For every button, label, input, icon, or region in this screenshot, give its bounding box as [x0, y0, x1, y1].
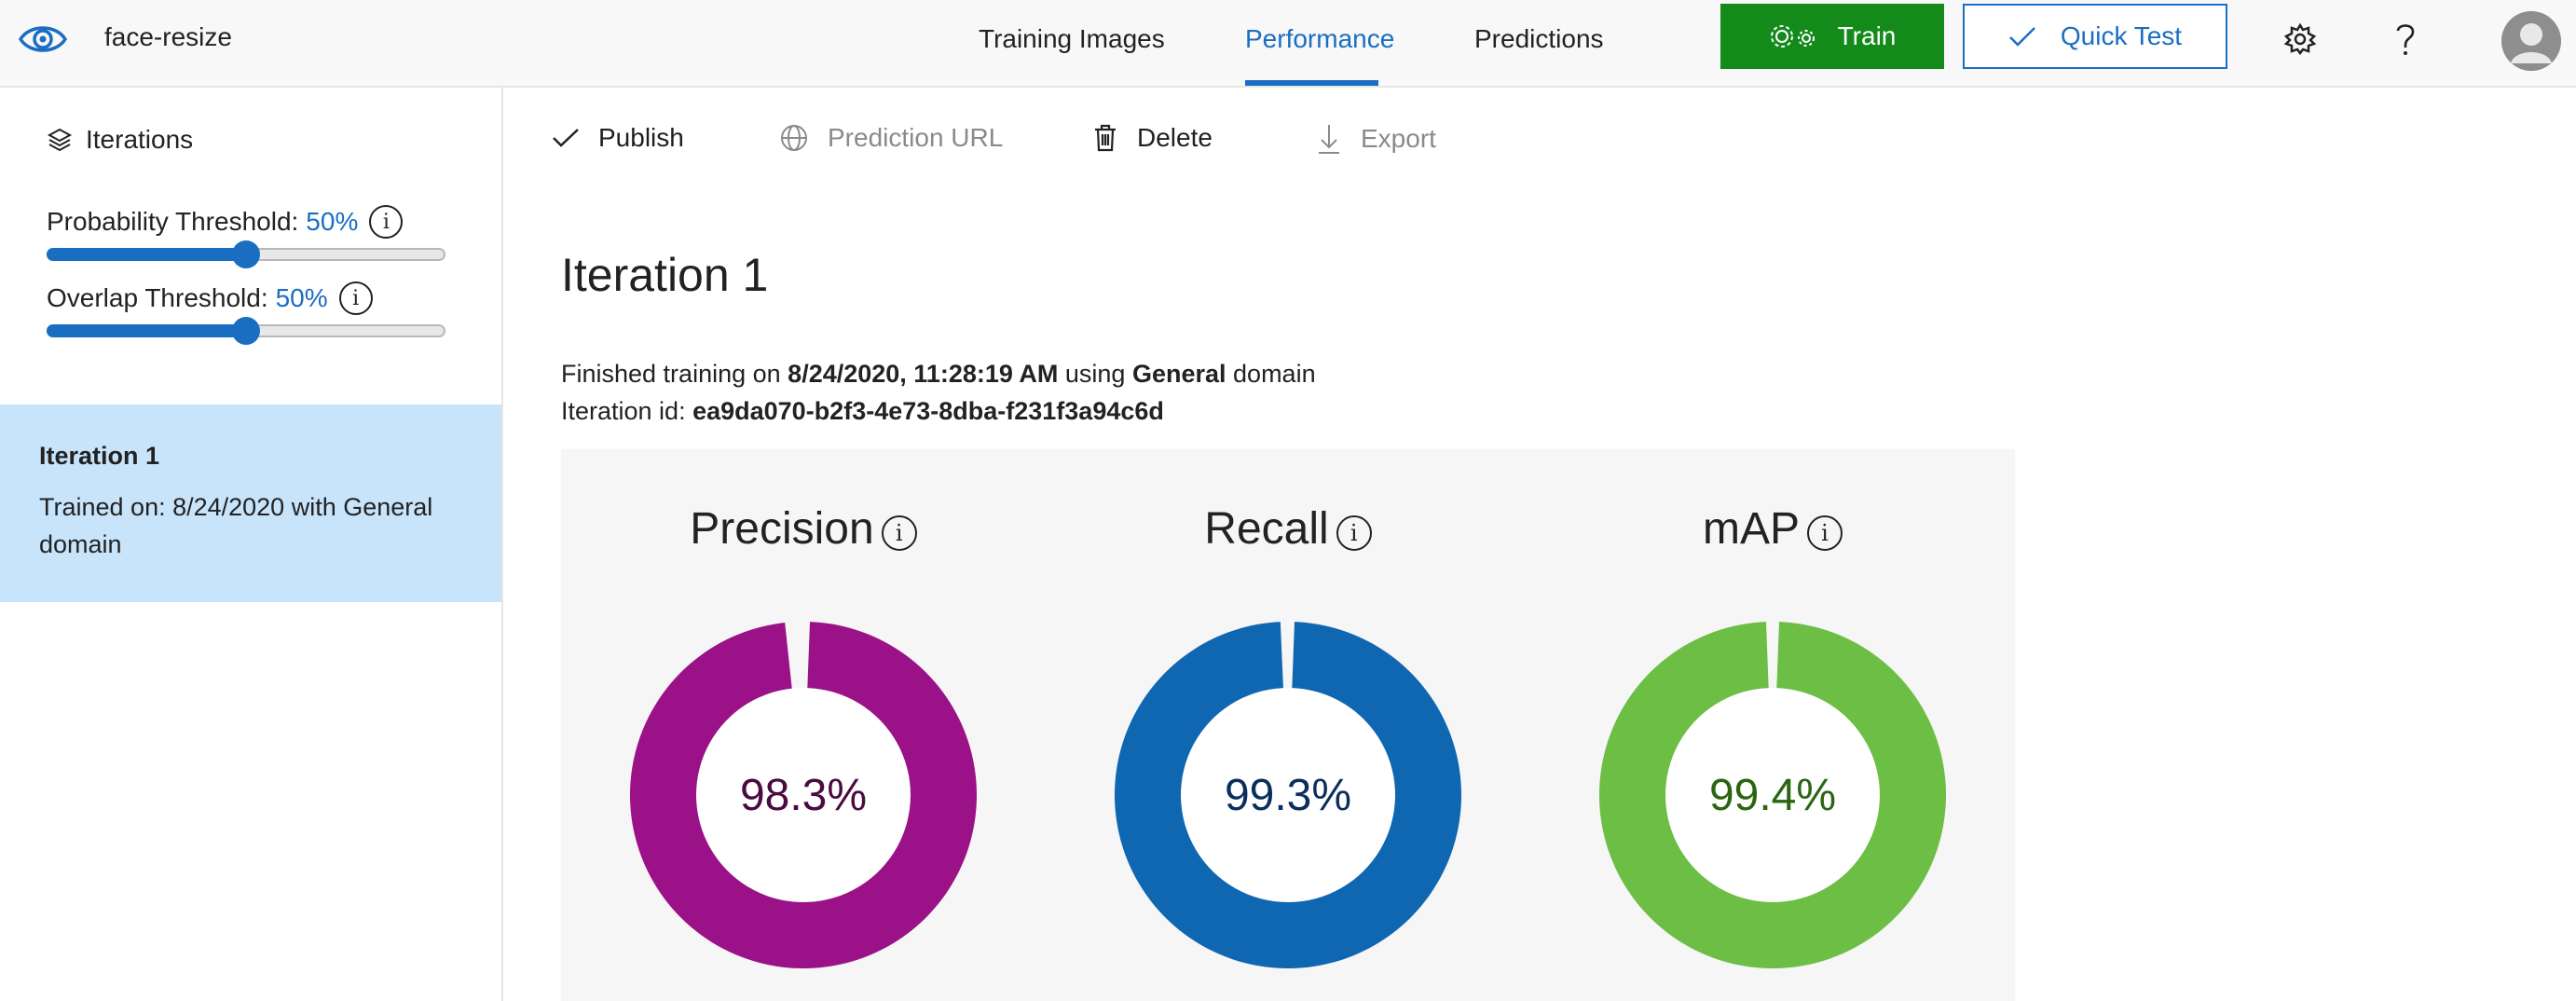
- metrics-panel: Precision i 98.3% Recall i 99.3% mAP i 9…: [561, 449, 2015, 1001]
- iteration-id-label: Iteration id:: [561, 397, 686, 425]
- finished-using: using: [1064, 360, 1126, 388]
- export-label: Export: [1361, 124, 1436, 153]
- user-avatar-icon[interactable]: [2501, 11, 2561, 71]
- active-tab-indicator: [1245, 80, 1378, 86]
- info-icon[interactable]: i: [369, 205, 404, 239]
- tab-predictions[interactable]: Predictions: [1474, 24, 1604, 54]
- quick-test-label: Quick Test: [2060, 21, 2183, 50]
- eye-logo-icon[interactable]: [17, 13, 69, 65]
- export-button[interactable]: Export: [1316, 123, 1436, 155]
- metric-value: 99.3%: [1224, 770, 1352, 820]
- info-icon[interactable]: i: [1336, 514, 1372, 551]
- overlap-threshold-value: 50%: [275, 283, 328, 312]
- metric-title: mAP i: [1530, 503, 2015, 555]
- recall-metric: Recall i 99.3%: [1046, 449, 1530, 1001]
- metric-name: Precision: [690, 504, 874, 554]
- slider-thumb[interactable]: [232, 240, 260, 268]
- check-icon: [553, 129, 579, 147]
- metric-value: 99.4%: [1708, 770, 1837, 820]
- iterations-label: Iterations: [86, 125, 194, 154]
- probability-threshold-text: Probability Threshold:: [47, 207, 299, 236]
- metric-title: Recall i: [1046, 503, 1530, 555]
- probability-threshold-label: Probability Threshold: 50% i: [47, 205, 404, 239]
- map-metric: mAP i 99.4%: [1530, 449, 2015, 1001]
- metric-name: mAP: [1702, 504, 1800, 554]
- finished-date: 8/24/2020, 11:28:19 AM: [788, 360, 1059, 388]
- iteration-item-subtitle: Trained on: 8/24/2020 with General domai…: [39, 493, 433, 558]
- train-label: Train: [1837, 21, 1897, 50]
- overlap-threshold-slider[interactable]: [47, 317, 445, 345]
- settings-icon[interactable]: [2283, 22, 2317, 56]
- metric-value: 98.3%: [739, 770, 868, 820]
- info-icon[interactable]: i: [338, 281, 373, 315]
- probability-threshold-value: 50%: [306, 207, 359, 236]
- globe-icon: [781, 125, 807, 151]
- info-icon[interactable]: i: [1807, 514, 1843, 551]
- prediction-url-button[interactable]: Prediction URL: [779, 123, 1003, 153]
- publish-button[interactable]: Publish: [552, 123, 684, 153]
- precision-metric: Precision i 98.3%: [561, 449, 1046, 1001]
- project-name[interactable]: face-resize: [104, 22, 232, 52]
- page-title: Iteration 1: [561, 249, 769, 301]
- metric-name: Recall: [1204, 504, 1329, 554]
- slider-fill: [47, 324, 246, 337]
- delete-label: Delete: [1137, 123, 1213, 152]
- trash-icon: [1095, 124, 1116, 152]
- quick-test-button[interactable]: Quick Test: [1963, 4, 2227, 69]
- iteration-id: ea9da070-b2f3-4e73-8dba-f231f3a94c6d: [692, 397, 1164, 425]
- layers-icon: [47, 128, 73, 152]
- delete-button[interactable]: Delete: [1092, 123, 1213, 153]
- iterations-header[interactable]: Iterations: [47, 125, 193, 155]
- top-bar: face-resize Training Images Performance …: [0, 0, 2576, 88]
- domain-suffix: domain: [1233, 360, 1316, 388]
- training-info: Finished training on 8/24/2020, 11:28:19…: [561, 360, 1316, 389]
- iteration-item-title: Iteration 1: [39, 442, 160, 470]
- domain-name: General: [1131, 360, 1226, 388]
- train-button[interactable]: Train: [1720, 4, 1944, 69]
- download-icon: [1319, 125, 1339, 154]
- sidebar: Iterations Probability Threshold: 50% i …: [0, 88, 503, 1001]
- check-icon: [2009, 27, 2035, 47]
- probability-threshold-slider[interactable]: [47, 240, 445, 268]
- publish-label: Publish: [598, 123, 684, 152]
- slider-thumb[interactable]: [232, 317, 260, 345]
- tab-performance[interactable]: Performance: [1245, 24, 1394, 54]
- iteration-id-info: Iteration id: ea9da070-b2f3-4e73-8dba-f2…: [561, 397, 1164, 426]
- info-icon[interactable]: i: [881, 514, 917, 551]
- overlap-threshold-label: Overlap Threshold: 50% i: [47, 281, 373, 315]
- gears-icon: [1770, 25, 1815, 48]
- tab-training-images[interactable]: Training Images: [979, 24, 1165, 54]
- overlap-threshold-text: Overlap Threshold:: [47, 283, 268, 312]
- prediction-url-label: Prediction URL: [828, 123, 1004, 152]
- iteration-list-item[interactable]: Iteration 1 Trained on: 8/24/2020 with G…: [0, 405, 501, 602]
- help-icon[interactable]: [2391, 21, 2419, 58]
- slider-fill: [47, 248, 246, 261]
- metric-title: Precision i: [561, 503, 1046, 555]
- finished-prefix: Finished training on: [561, 360, 781, 388]
